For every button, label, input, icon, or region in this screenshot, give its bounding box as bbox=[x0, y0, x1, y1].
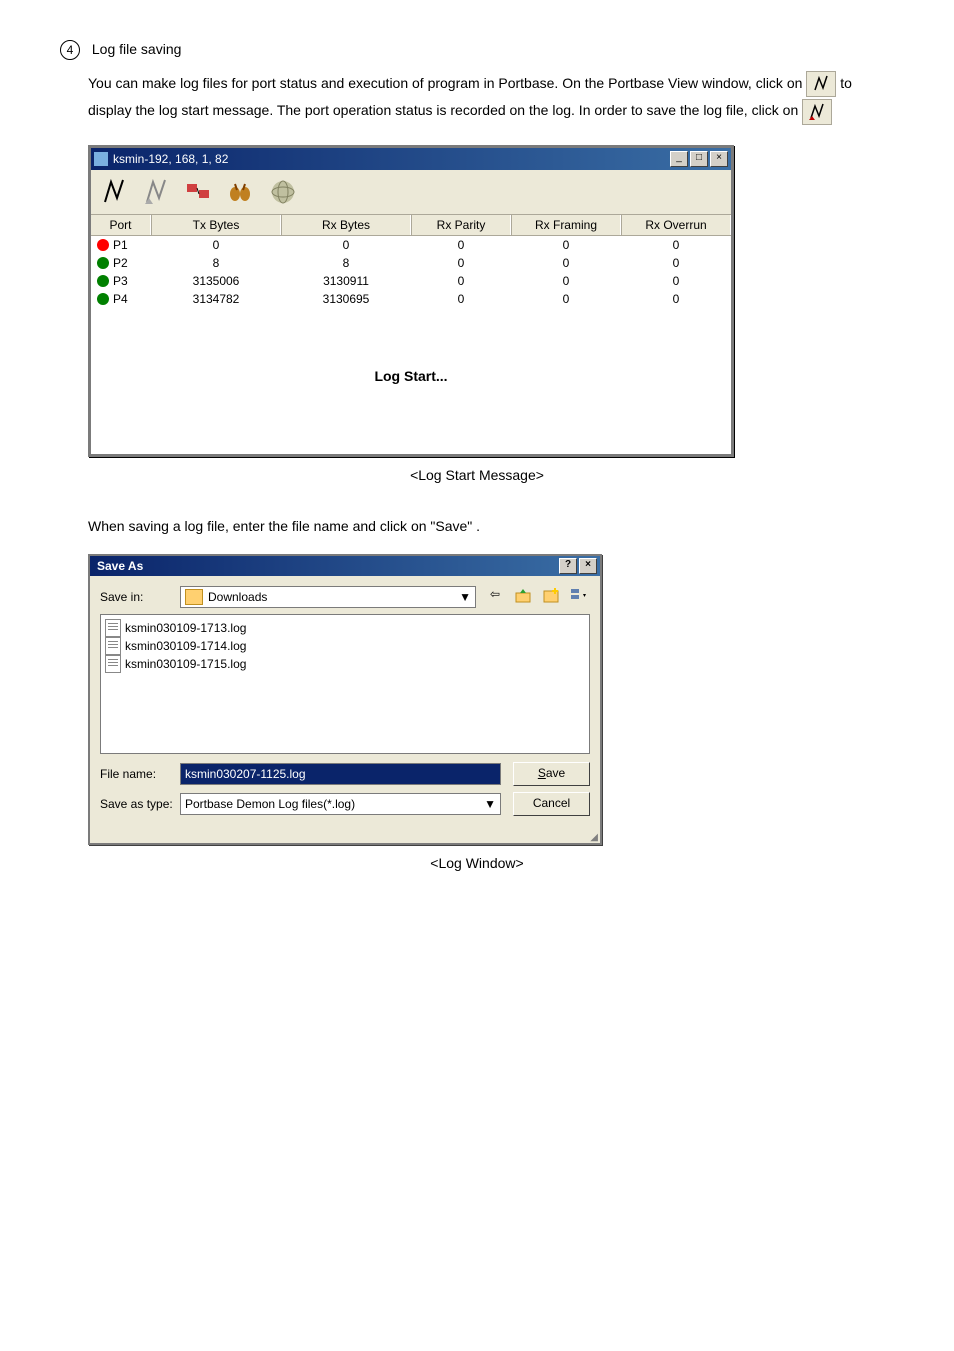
status-dot-icon bbox=[97, 293, 109, 305]
file-icon bbox=[105, 655, 121, 673]
save-title: Save As bbox=[93, 559, 559, 573]
save-in-combo[interactable]: Downloads ▼ bbox=[180, 586, 476, 608]
maximize-button[interactable]: □ bbox=[690, 151, 708, 167]
log-start-message: Log Start... bbox=[91, 308, 731, 454]
app-icon bbox=[94, 152, 108, 166]
section-number: 4 bbox=[60, 40, 80, 60]
section-header: 4 Log file saving bbox=[60, 40, 894, 60]
window-title: ksmin-192, 168, 1, 82 bbox=[113, 152, 670, 166]
log-save-icon bbox=[802, 99, 832, 125]
help-button[interactable]: ? bbox=[559, 558, 577, 574]
new-folder-button[interactable] bbox=[540, 587, 562, 607]
list-item[interactable]: ksmin030109-1713.log bbox=[105, 619, 585, 637]
para1a: You can make log files for port status a… bbox=[88, 75, 806, 91]
filename-input[interactable]: ksmin030207-1125.log bbox=[180, 763, 501, 785]
table-body: P100000P288000P331350063130911000P431347… bbox=[91, 236, 731, 308]
status-dot-icon bbox=[97, 239, 109, 251]
status-dot-icon bbox=[97, 275, 109, 287]
toolbar-log-start-button[interactable] bbox=[96, 173, 134, 211]
toolbar-binoculars-button[interactable] bbox=[222, 173, 260, 211]
cancel-button[interactable]: Cancel bbox=[513, 792, 590, 816]
table-row[interactable]: P431347823130695000 bbox=[91, 290, 731, 308]
header-rx-parity[interactable]: Rx Parity bbox=[411, 215, 511, 235]
table-row[interactable]: P331350063130911000 bbox=[91, 272, 731, 290]
table-row[interactable]: P288000 bbox=[91, 254, 731, 272]
up-button[interactable] bbox=[512, 587, 534, 607]
close-button[interactable]: × bbox=[710, 151, 728, 167]
file-icon bbox=[105, 619, 121, 637]
file-icon bbox=[105, 637, 121, 655]
toolbar-log-save-button[interactable] bbox=[138, 173, 176, 211]
body-paragraph-1: You can make log files for port status a… bbox=[88, 70, 894, 125]
filename-label: File name: bbox=[100, 767, 180, 781]
list-item[interactable]: ksmin030109-1715.log bbox=[105, 655, 585, 673]
caption-log-window: <Log Window> bbox=[60, 855, 894, 871]
file-list[interactable]: ksmin030109-1713.logksmin030109-1714.log… bbox=[100, 614, 590, 754]
save-button[interactable]: Save bbox=[513, 762, 590, 786]
port-table: Port Tx Bytes Rx Bytes Rx Parity Rx Fram… bbox=[91, 215, 731, 454]
chevron-down-icon: ▼ bbox=[484, 797, 496, 811]
save-btn-rest: ave bbox=[546, 766, 565, 780]
folder-icon bbox=[185, 589, 203, 605]
header-rx-bytes[interactable]: Rx Bytes bbox=[281, 215, 411, 235]
list-item[interactable]: ksmin030109-1714.log bbox=[105, 637, 585, 655]
titlebar: ksmin-192, 168, 1, 82 _ □ × bbox=[91, 148, 731, 170]
resize-grip[interactable]: ◢ bbox=[90, 832, 600, 843]
section-title: Log file saving bbox=[92, 41, 182, 57]
status-dot-icon bbox=[97, 257, 109, 269]
toolbar bbox=[91, 170, 731, 215]
header-port[interactable]: Port bbox=[91, 215, 151, 235]
save-as-type-combo[interactable]: Portbase Demon Log files(*.log) ▼ bbox=[180, 793, 501, 815]
log-start-icon bbox=[806, 71, 836, 97]
chevron-down-icon: ▼ bbox=[459, 590, 471, 604]
type-value: Portbase Demon Log files(*.log) bbox=[185, 797, 355, 811]
caption-log-start: <Log Start Message> bbox=[60, 467, 894, 483]
body-paragraph-2: When saving a log file, enter the file n… bbox=[88, 513, 894, 540]
toolbar-devices-button[interactable] bbox=[180, 173, 218, 211]
save-as-type-label: Save as type: bbox=[100, 797, 180, 811]
table-row[interactable]: P100000 bbox=[91, 236, 731, 254]
save-as-dialog: Save As ? × Save in: Downloads ▼ ⇦ bbox=[88, 554, 602, 845]
back-button[interactable]: ⇦ bbox=[484, 587, 506, 607]
save-titlebar: Save As ? × bbox=[90, 556, 600, 576]
header-tx-bytes[interactable]: Tx Bytes bbox=[151, 215, 281, 235]
minimize-button[interactable]: _ bbox=[670, 151, 688, 167]
table-header: Port Tx Bytes Rx Bytes Rx Parity Rx Fram… bbox=[91, 215, 731, 236]
filename-value: ksmin030207-1125.log bbox=[185, 767, 306, 781]
portbase-window: ksmin-192, 168, 1, 82 _ □ × Port Tx Byte… bbox=[88, 145, 734, 457]
view-menu-button[interactable] bbox=[568, 587, 590, 607]
header-rx-framing[interactable]: Rx Framing bbox=[511, 215, 621, 235]
close-button[interactable]: × bbox=[579, 558, 597, 574]
save-in-value: Downloads bbox=[208, 590, 267, 604]
toolbar-globe-button[interactable] bbox=[264, 173, 302, 211]
header-rx-overrun[interactable]: Rx Overrun bbox=[621, 215, 731, 235]
save-in-label: Save in: bbox=[100, 590, 180, 604]
